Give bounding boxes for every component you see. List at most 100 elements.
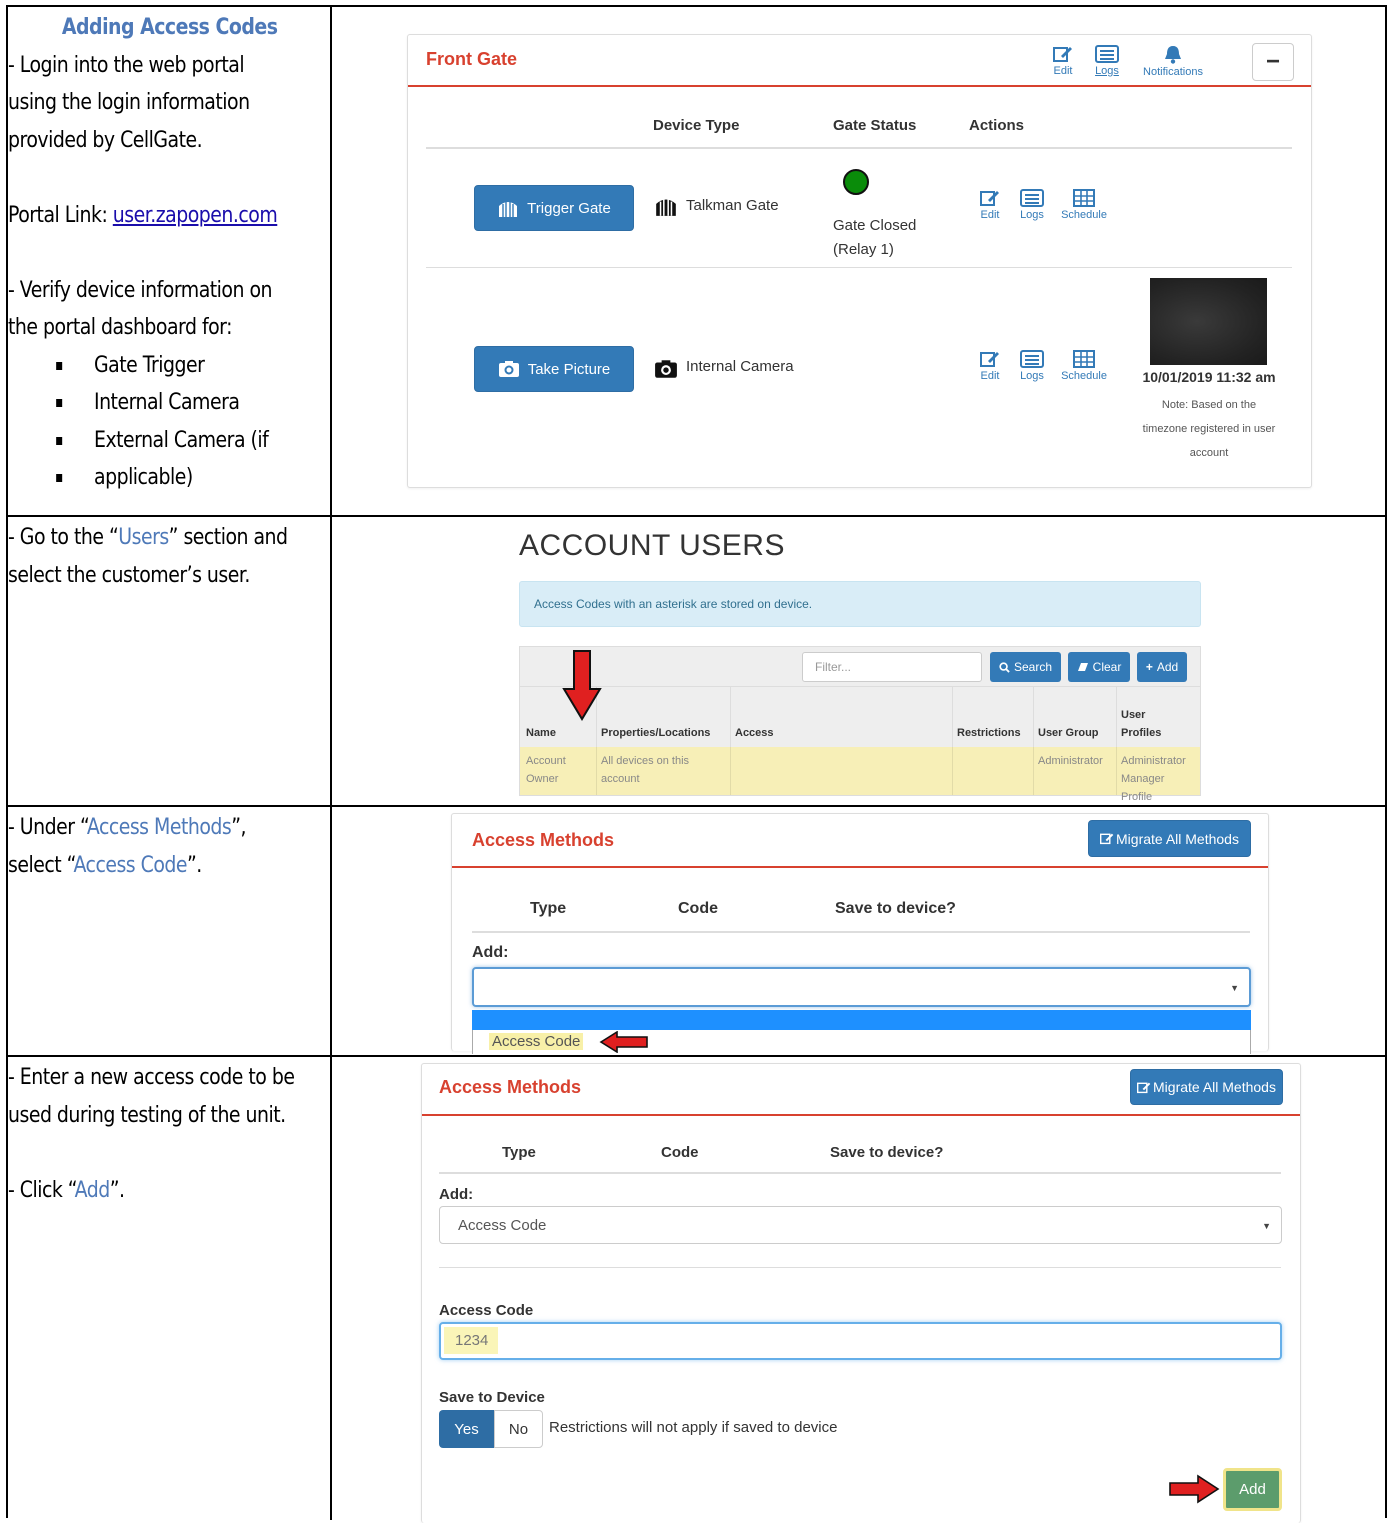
snapshot-timestamp: 10/01/2019 11:32 am: [1142, 369, 1276, 385]
row-divider: [426, 267, 1292, 268]
edit-icon: [1100, 833, 1114, 845]
table-row[interactable]: Account Owner All devices on this account …: [520, 747, 1200, 803]
bullet-item: External Camera (if: [56, 422, 331, 460]
timezone-note: Note: Based on the timezone registered i…: [1142, 399, 1276, 459]
instruction-line: - Go to the “Users” section and: [8, 525, 288, 550]
chevron-down-icon: ▼: [1262, 1221, 1271, 1231]
method-select[interactable]: Access Code ▼: [439, 1206, 1282, 1244]
edit-icon: [1053, 47, 1072, 62]
users-grid: Filter... Search Clear + Add Name Proper…: [519, 646, 1201, 803]
col-type: Type: [530, 900, 567, 917]
edit-icon: [1137, 1082, 1151, 1093]
screenshot-cell-2: ACCOUNT USERS Access Codes with an aster…: [333, 517, 1385, 805]
search-button[interactable]: Search: [990, 652, 1061, 682]
filter-input[interactable]: Filter...: [802, 652, 982, 682]
portal-link[interactable]: user.zapopen.com: [113, 203, 278, 228]
header-edit-link[interactable]: Edit: [1048, 45, 1078, 77]
camera-icon: [655, 360, 677, 378]
add-access-code-button[interactable]: Add: [1223, 1468, 1282, 1511]
portal-label: Portal Link:: [8, 202, 113, 228]
header-divider: [408, 85, 1311, 87]
list-icon: [1020, 350, 1044, 368]
row-edit-link[interactable]: Edit: [976, 189, 1004, 221]
cell-properties: All devices on this account: [601, 755, 690, 785]
table-divider: [439, 1172, 1281, 1174]
cell-user-group: Administrator: [1038, 755, 1103, 767]
col-access[interactable]: Access: [735, 724, 774, 742]
bullet-continuation: applicable): [56, 459, 331, 497]
access-code-input[interactable]: 1234: [439, 1322, 1282, 1360]
portal-link-line: Portal Link: user.zapopen.com: [8, 197, 331, 235]
instruction-line: - Enter a new access code to be: [8, 1065, 295, 1090]
plus-icon: +: [1145, 660, 1153, 674]
instruction-line: the portal dashboard for:: [8, 315, 232, 340]
step-row-1: Adding Access Codes - Login into the web…: [8, 7, 1387, 517]
add-user-button[interactable]: + Add: [1137, 652, 1187, 682]
save-to-device-label: Save to Device: [439, 1389, 545, 1406]
instruction-text-1: Adding Access Codes - Login into the web…: [8, 9, 331, 497]
row-schedule-link[interactable]: Schedule: [1056, 350, 1112, 382]
table-divider: [472, 931, 1250, 933]
save-no-toggle[interactable]: No: [494, 1410, 543, 1448]
header-divider: [452, 866, 1268, 868]
instruction-line: - Login into the web portal: [8, 52, 245, 78]
eraser-icon: [1077, 663, 1088, 671]
down-arrow-annotation: [562, 650, 602, 721]
camera-snapshot[interactable]: [1150, 278, 1267, 365]
table-divider: [426, 147, 1292, 149]
camera-icon: [498, 361, 519, 377]
migrate-button[interactable]: Migrate All Methods: [1130, 1069, 1283, 1105]
instruction-text-3: - Under “Access Methods”, select “Access…: [8, 809, 331, 884]
migrate-button[interactable]: Migrate All Methods: [1088, 820, 1251, 857]
instruction-line: - Verify device information on: [8, 277, 273, 303]
step-row-2: - Go to the “Users” section and select t…: [8, 517, 1387, 807]
instruction-cell-4: - Enter a new access code to be used dur…: [8, 1057, 332, 1520]
left-arrow-annotation: [599, 1031, 648, 1053]
add-label: Add:: [472, 944, 509, 961]
col-name[interactable]: Name: [526, 724, 556, 742]
col-user-group[interactable]: User Group: [1038, 724, 1099, 742]
device-name: Internal Camera: [686, 358, 794, 375]
device-name: Talkman Gate: [686, 197, 779, 214]
add-label: Add:: [439, 1186, 474, 1203]
header-notifications-link[interactable]: Notifications: [1136, 45, 1210, 78]
col-type: Type: [502, 1144, 536, 1161]
access-code-option[interactable]: Access Code: [489, 1033, 584, 1050]
col-user-profiles[interactable]: User Profiles: [1121, 706, 1161, 742]
method-select[interactable]: ▼: [472, 967, 1251, 1007]
search-icon: [999, 661, 1010, 673]
form-divider: [439, 1267, 1281, 1268]
trigger-gate-button[interactable]: Trigger Gate: [474, 185, 634, 231]
collapse-button[interactable]: −: [1252, 43, 1294, 81]
info-alert: Access Codes with an asterisk are stored…: [519, 581, 1201, 627]
panel-title: Access Methods: [439, 1077, 582, 1097]
instruction-text-4: - Enter a new access code to be used dur…: [8, 1059, 331, 1209]
clear-button[interactable]: Clear: [1068, 652, 1130, 682]
instruction-line: using the login information: [8, 90, 250, 115]
take-picture-button[interactable]: Take Picture: [474, 346, 634, 392]
instruction-line: - Click “Add”.: [8, 1177, 125, 1203]
row-edit-link[interactable]: Edit: [976, 350, 1004, 382]
col-properties[interactable]: Properties/Locations: [601, 724, 710, 742]
instruction-line: used during testing of the unit.: [8, 1102, 286, 1128]
panel-title: Front Gate: [426, 49, 518, 69]
instruction-line: select the customer’s user.: [8, 562, 250, 588]
bullet-item: Internal Camera: [56, 384, 331, 422]
front-gate-panel: Front Gate Edit Logs Notifications − Dev…: [407, 34, 1312, 488]
row-logs-link[interactable]: Logs: [1016, 189, 1048, 221]
instruction-table: Adding Access Codes - Login into the web…: [6, 5, 1387, 1523]
instruction-line: provided by CellGate.: [8, 127, 203, 153]
list-icon: [1095, 45, 1119, 63]
panel-title: Access Methods: [472, 830, 615, 850]
dropdown-highlight-option[interactable]: [472, 1010, 1251, 1030]
gate-status-text: Gate Closed (Relay 1): [833, 217, 917, 258]
right-arrow-annotation: [1169, 1474, 1220, 1504]
instruction-cell-2: - Go to the “Users” section and select t…: [8, 517, 332, 805]
screenshot-cell-3: Access Methods Migrate All Methods Type …: [333, 807, 1385, 1055]
step-row-4: - Enter a new access code to be used dur…: [8, 1057, 1387, 1523]
row-schedule-link[interactable]: Schedule: [1056, 189, 1112, 221]
col-restrictions[interactable]: Restrictions: [957, 724, 1021, 742]
header-logs-link[interactable]: Logs: [1090, 45, 1124, 77]
row-logs-link[interactable]: Logs: [1016, 350, 1048, 382]
save-yes-toggle[interactable]: Yes: [439, 1410, 494, 1448]
